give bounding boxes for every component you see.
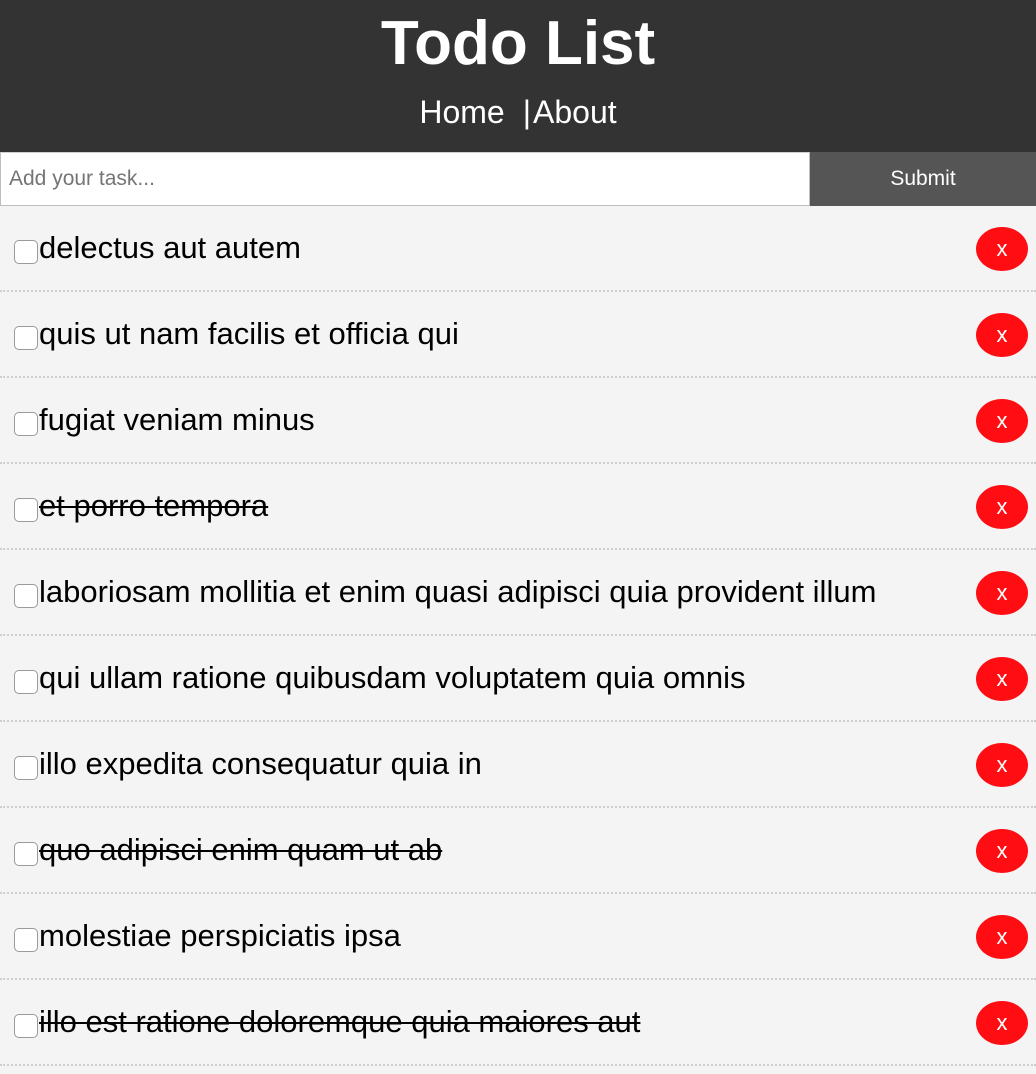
delete-button[interactable]: x [976, 829, 1028, 873]
todo-item: delectus aut autem x [0, 206, 1036, 292]
todo-item: laboriosam mollitia et enim quasi adipis… [0, 550, 1036, 636]
todo-checkbox[interactable] [14, 584, 38, 608]
submit-button[interactable]: Submit [810, 152, 1036, 206]
todo-checkbox[interactable] [14, 498, 38, 522]
delete-button[interactable]: x [976, 485, 1028, 529]
app-header: Todo List Home |About [0, 0, 1036, 152]
todo-item: fugiat veniam minus x [0, 378, 1036, 464]
todo-text: fugiat veniam minus [39, 402, 315, 437]
todo-item: illo expedita consequatur quia in x [0, 722, 1036, 808]
main-nav: Home |About [0, 92, 1036, 132]
todo-checkbox[interactable] [14, 240, 38, 264]
delete-button[interactable]: x [976, 399, 1028, 443]
delete-button[interactable]: x [976, 227, 1028, 271]
nav-home-link[interactable]: Home [419, 94, 504, 130]
todo-text: quo adipisci enim quam ut ab [39, 832, 443, 867]
todo-text: molestiae perspiciatis ipsa [39, 918, 401, 953]
nav-about-link[interactable]: About [533, 94, 617, 130]
todo-text: et porro tempora [39, 488, 269, 523]
todo-checkbox[interactable] [14, 928, 38, 952]
todo-list: delectus aut autem x quis ut nam facilis… [0, 206, 1036, 1066]
todo-item: et porro tempora x [0, 464, 1036, 550]
todo-item: illo est ratione doloremque quia maiores… [0, 980, 1036, 1066]
todo-item: molestiae perspiciatis ipsa x [0, 894, 1036, 980]
task-input[interactable] [0, 152, 810, 206]
todo-checkbox[interactable] [14, 670, 38, 694]
delete-button[interactable]: x [976, 1001, 1028, 1045]
todo-checkbox[interactable] [14, 842, 38, 866]
nav-separator: | [522, 94, 532, 130]
todo-item: quo adipisci enim quam ut ab x [0, 808, 1036, 894]
todo-checkbox[interactable] [14, 1014, 38, 1038]
todo-text: laboriosam mollitia et enim quasi adipis… [39, 574, 877, 609]
todo-item: qui ullam ratione quibusdam voluptatem q… [0, 636, 1036, 722]
todo-text: illo expedita consequatur quia in [39, 746, 482, 781]
todo-text: delectus aut autem [39, 230, 301, 265]
todo-text: qui ullam ratione quibusdam voluptatem q… [39, 660, 746, 695]
add-task-form: Submit [0, 152, 1036, 206]
delete-button[interactable]: x [976, 915, 1028, 959]
todo-checkbox[interactable] [14, 756, 38, 780]
page-title: Todo List [380, 9, 656, 78]
delete-button[interactable]: x [976, 657, 1028, 701]
delete-button[interactable]: x [976, 313, 1028, 357]
todo-text: illo est ratione doloremque quia maiores… [39, 1004, 641, 1039]
delete-button[interactable]: x [976, 571, 1028, 615]
todo-checkbox[interactable] [14, 326, 38, 350]
todo-item: quis ut nam facilis et officia qui x [0, 292, 1036, 378]
todo-checkbox[interactable] [14, 412, 38, 436]
todo-text: quis ut nam facilis et officia qui [39, 316, 459, 351]
delete-button[interactable]: x [976, 743, 1028, 787]
